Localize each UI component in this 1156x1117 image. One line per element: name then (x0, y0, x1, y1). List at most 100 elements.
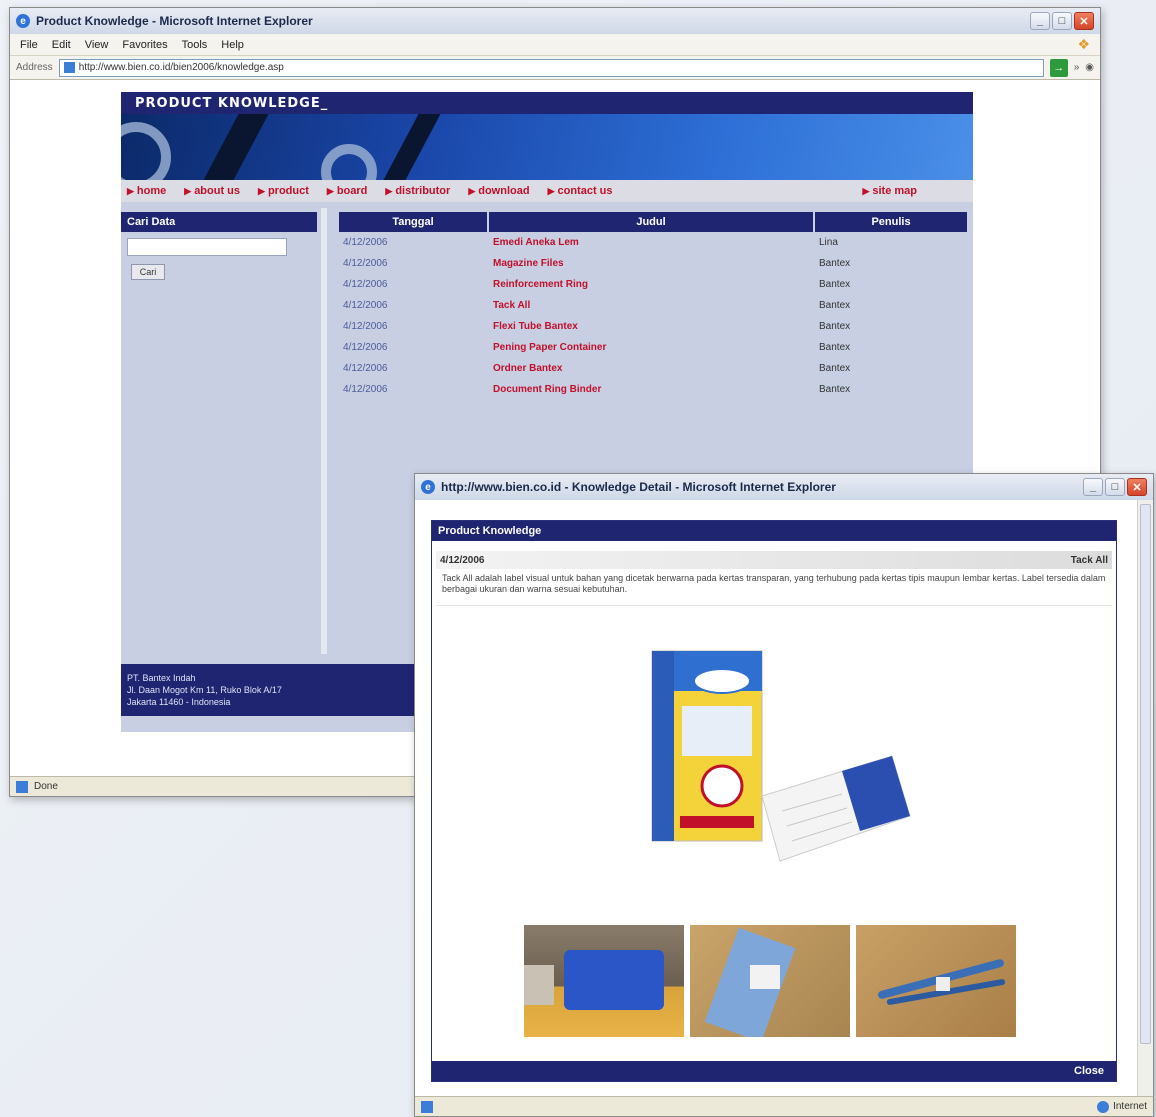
go-button[interactable]: → (1049, 58, 1068, 77)
printer-shape (564, 950, 664, 1010)
row-author: Bantex (819, 279, 851, 290)
knowledge-detail-window: e http://www.bien.co.id - Knowledge Deta… (414, 473, 1154, 1117)
thumbnail-printer[interactable] (524, 925, 684, 1037)
page-done-icon (16, 780, 28, 793)
product-box-band (680, 816, 754, 828)
nav-arrow-icon: ▶ (385, 185, 393, 196)
popup-close-link[interactable]: Close (1074, 1065, 1104, 1077)
product-image (651, 650, 911, 862)
row-title-link[interactable]: Flexi Tube Bantex (489, 321, 815, 332)
popup-viewport: Product Knowledge 4/12/2006 Tack All Tac… (415, 500, 1153, 1096)
search-button[interactable]: Cari (131, 264, 165, 280)
address-label: Address (16, 62, 53, 73)
page-done-icon (421, 1100, 433, 1113)
popup-titlebar[interactable]: e http://www.bien.co.id - Knowledge Deta… (415, 474, 1153, 500)
pk-product-title: Tack All (1070, 554, 1108, 566)
row-title-link[interactable]: Pening Paper Container (489, 342, 815, 353)
product-logo-shape (693, 668, 751, 694)
minimize-button[interactable]: _ (1030, 12, 1050, 30)
thumbnail-labeling[interactable] (690, 925, 850, 1037)
nav-label: site map (872, 185, 917, 197)
popup-maximize-button[interactable]: □ (1105, 478, 1125, 496)
popup-close-window-button[interactable]: ✕ (1127, 478, 1147, 496)
toolbar-extra-icon[interactable]: ◉ (1085, 62, 1094, 73)
popup-scrollbar-thumb[interactable] (1140, 504, 1151, 1044)
header-judul: Judul (489, 212, 815, 232)
search-input[interactable] (127, 238, 287, 256)
nav-label: board (336, 185, 368, 197)
row-date: 4/12/2006 (343, 384, 388, 395)
address-url: http://www.bien.co.id/bien2006/knowledge… (78, 62, 284, 73)
nav-label: about us (194, 185, 241, 197)
pk-infobar: 4/12/2006 Tack All (436, 551, 1112, 569)
row-date: 4/12/2006 (343, 300, 388, 311)
header-tanggal: Tanggal (339, 212, 489, 232)
header-penulis: Penulis (815, 212, 969, 232)
popup-statusbar: Internet (415, 1096, 1153, 1116)
search-panel: Cari Data Cari (121, 208, 327, 654)
main-titlebar[interactable]: e Product Knowledge - Microsoft Internet… (10, 8, 1100, 34)
row-title-link[interactable]: Ordner Bantex (489, 363, 815, 374)
thumbnail-cables[interactable] (856, 925, 1016, 1037)
table-row: 4/12/2006 Flexi Tube Bantex Bantex (339, 316, 969, 337)
row-title-link[interactable]: Document Ring Binder (489, 384, 815, 395)
menu-tools[interactable]: Tools (182, 39, 208, 51)
row-author: Bantex (819, 258, 851, 269)
row-title-link[interactable]: Emedi Aneka Lem (489, 237, 815, 248)
maximize-button[interactable]: □ (1052, 12, 1072, 30)
popup-window-title: http://www.bien.co.id - Knowledge Detail… (441, 480, 836, 494)
nav-download[interactable]: ▶ download (468, 185, 529, 197)
row-date: 4/12/2006 (343, 237, 388, 248)
table-row: 4/12/2006 Tack All Bantex (339, 295, 969, 316)
row-date: 4/12/2006 (343, 258, 388, 269)
nav-about-us[interactable]: ▶ about us (184, 185, 240, 197)
nav-arrow-icon: ▶ (468, 185, 476, 196)
table-header: Tanggal Judul Penulis (339, 212, 969, 232)
nav-home[interactable]: ▶ home (127, 185, 166, 197)
menu-bar: File Edit View Favorites Tools Help ❖ (10, 34, 1100, 56)
windows-flag-icon: ❖ (1077, 36, 1090, 52)
links-icon[interactable]: » (1074, 62, 1080, 73)
nav-label: distributor (395, 185, 451, 197)
table-row: 4/12/2006 Reinforcement Ring Bantex (339, 274, 969, 295)
menu-file[interactable]: File (20, 39, 38, 51)
close-button[interactable]: ✕ (1074, 12, 1094, 30)
menu-help[interactable]: Help (221, 39, 244, 51)
row-title-link[interactable]: Magazine Files (489, 258, 815, 269)
popup-minimize-button[interactable]: _ (1083, 478, 1103, 496)
cable-tag-shape (936, 977, 950, 991)
row-author: Bantex (819, 342, 851, 353)
popup-scrollbar[interactable] (1137, 500, 1153, 1096)
search-panel-title: Cari Data (121, 212, 317, 232)
row-author: Lina (819, 237, 838, 248)
nav-board[interactable]: ▶ board (327, 185, 367, 197)
banner-bar-shape (203, 114, 269, 180)
nav-label: contact us (557, 185, 613, 197)
row-author: Bantex (819, 300, 851, 311)
pk-header: Product Knowledge (432, 521, 1116, 541)
table-row: 4/12/2006 Document Ring Binder Bantex (339, 379, 969, 400)
menu-edit[interactable]: Edit (52, 39, 71, 51)
main-window-title: Product Knowledge - Microsoft Internet E… (36, 14, 313, 28)
site-header-title: PRODUCT KNOWLEDGE_ (135, 95, 329, 111)
row-title-link[interactable]: Reinforcement Ring (489, 279, 815, 290)
row-title-link[interactable]: Tack All (489, 300, 815, 311)
site-nav: ▶ home ▶ about us ▶ product ▶ board ▶ distrib… (121, 180, 973, 202)
menu-favorites[interactable]: Favorites (122, 39, 167, 51)
row-date: 4/12/2006 (343, 279, 388, 290)
nav-distributor[interactable]: ▶ distributor (385, 185, 450, 197)
label-tag-shape (750, 965, 780, 989)
menu-view[interactable]: View (85, 39, 109, 51)
nav-arrow-icon: ▶ (184, 185, 192, 196)
nav-contact-us[interactable]: ▶ contact us (548, 185, 613, 197)
nav-site-map[interactable]: ▶ site map (862, 185, 917, 197)
pk-divider (436, 605, 1112, 606)
site-banner-image (121, 114, 973, 180)
row-date: 4/12/2006 (343, 363, 388, 374)
table-row: 4/12/2006 Ordner Bantex Bantex (339, 358, 969, 379)
address-input[interactable]: http://www.bien.co.id/bien2006/knowledge… (58, 58, 1044, 77)
nav-product[interactable]: ▶ product (258, 185, 309, 197)
table-row: 4/12/2006 Emedi Aneka Lem Lina (339, 232, 969, 253)
popup-status-text: Internet (1113, 1101, 1147, 1112)
product-box-spine (652, 651, 674, 841)
